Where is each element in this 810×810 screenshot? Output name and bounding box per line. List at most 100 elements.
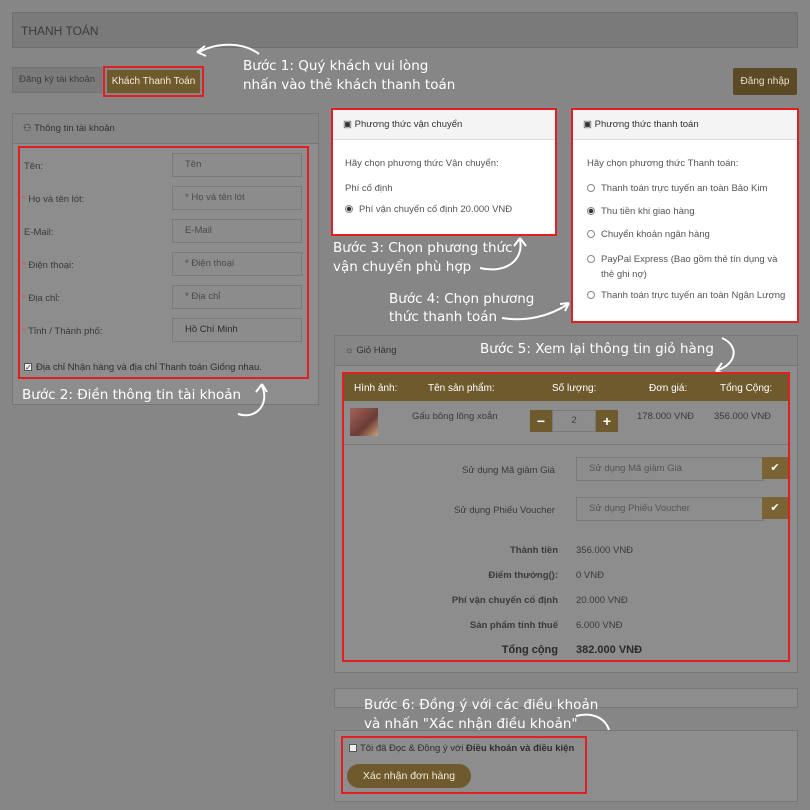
payment-option-bank[interactable]: Chuyển khoản ngân hàng (587, 229, 710, 240)
shipping-panel-title: Phương thức vận chuyển (354, 119, 463, 130)
voucher-apply-button[interactable]: ✔ (762, 497, 788, 519)
card-icon: ▣ (583, 119, 592, 130)
shipping-panel: ▣ Phương thức vận chuyển Hãy chọn phương… (331, 108, 557, 236)
same-address-row: ✓ Địa chỉ Nhận hàng và địa chỉ Thanh toán… (24, 362, 262, 373)
points-label: Điểm thưởng(): (488, 570, 558, 581)
coupon-apply-button[interactable]: ✔ (762, 457, 788, 479)
cart-panel-title: Giỏ Hàng (356, 345, 397, 356)
product-thumbnail[interactable] (350, 408, 378, 436)
shipping-option-label: Phí vận chuyển cố định 20.000 VNĐ (359, 204, 513, 215)
payment-radio[interactable] (587, 255, 595, 263)
field-label-firstname: Tên: (24, 161, 44, 172)
qty-input[interactable]: 2 (552, 410, 596, 432)
step4-line2: thức thanh toán (389, 309, 498, 325)
coupon-input[interactable]: Sử dụng Mã giảm Giá (576, 457, 764, 481)
email-input[interactable]: E-Mail (172, 219, 302, 243)
payment-option-nganluong[interactable]: Thanh toán trực tuyến an toàn Ngân Lượng (587, 290, 785, 301)
shipping-option[interactable]: Phí vận chuyển cố định 20.000 VNĐ (345, 204, 512, 215)
field-label-address: * Địa chỉ: (22, 293, 61, 304)
firstname-input[interactable]: Tên (172, 153, 302, 177)
tax-value: 6.000 VNĐ (576, 620, 623, 631)
field-label-city: * Tỉnh / Thành phố: (22, 326, 103, 337)
qty-decrease-button[interactable]: − (530, 410, 552, 432)
product-name[interactable]: Gấu bông lông xoắn (412, 411, 498, 422)
qty-increase-button[interactable]: + (596, 410, 618, 432)
step5-arrow-icon (715, 337, 735, 375)
points-value: 0 VNĐ (576, 570, 604, 581)
cart-highlight: Hình ảnh: Tên sản phẩm: Số lượng: Đơn gi… (342, 372, 790, 662)
shipping-fee-value: 20.000 VNĐ (576, 595, 628, 606)
lastname-input[interactable]: * Họ và tên lót (172, 186, 302, 210)
payment-panel-title: Phương thức thanh toán (594, 119, 699, 130)
payment-panel-header: ▣ Phương thức thanh toán (573, 110, 797, 140)
cart-col-total: Tổng Cộng: (720, 383, 773, 394)
tab-register[interactable]: Đăng ký tài khoản (12, 67, 102, 93)
shipping-fee-label: Phí vận chuyển cố định (451, 595, 558, 606)
field-label-email: E-Mail: (24, 227, 54, 238)
page-title: THANH TOÁN (21, 24, 99, 38)
cart-table-header: Hình ảnh: Tên sản phẩm: Số lượng: Đơn gi… (344, 374, 788, 401)
same-address-label: Địa chỉ Nhận hàng và địa chỉ Thanh toán … (36, 362, 262, 373)
check-icon: ✔ (770, 502, 780, 514)
tab-guest-frame: Khách Thanh Toán (103, 66, 204, 97)
account-panel-title: Thông tin tài khoản (34, 123, 115, 134)
field-label-phone: * Điện thoại: (22, 260, 74, 271)
grand-total-label: Tổng cộng (501, 644, 558, 656)
step4-arrow-icon (501, 302, 570, 321)
terms-link[interactable]: Điều khoản và điều kiện (466, 743, 574, 754)
step1-line1: Bước 1: Quý khách vui lòng (243, 58, 429, 74)
truck-icon: ▣ (343, 119, 352, 130)
coupon-label: Sử dụng Mã giảm Giá (462, 465, 555, 476)
step2-text: Bước 2: Điền thông tin tài khoản (22, 387, 242, 403)
tax-label: Sản phẩm tính thuế (469, 620, 558, 631)
payment-prompt: Hãy chọn phương thức Thanh toán: (587, 158, 739, 169)
item-unit-price: 178.000 VNĐ (637, 411, 695, 422)
shipping-radio[interactable] (345, 205, 353, 213)
shipping-panel-header: ▣ Phương thức vận chuyển (333, 110, 555, 140)
payment-option-cod[interactable]: Thu tiền khi giao hàng (587, 206, 694, 217)
step6-line1: Bước 6: Đồng ý với các điều khoản (364, 697, 599, 713)
confirm-order-button[interactable]: Xác nhận đơn hàng (347, 764, 471, 788)
terms-text: Tôi đã Đọc & Đồng ý với (360, 743, 467, 754)
step5-text: Bước 5: Xem lại thông tin giỏ hàng (480, 341, 714, 357)
page-header: THANH TOÁN (12, 12, 798, 48)
step2-arrow-icon (237, 383, 268, 417)
item-total-price: 356.000 VNĐ (714, 411, 772, 422)
payment-radio[interactable] (587, 207, 595, 215)
city-input[interactable]: Hồ Chí Minh (172, 318, 302, 342)
subtotal-label: Thành tiền (509, 545, 558, 556)
payment-radio[interactable] (587, 291, 595, 299)
shipping-group: Phí cố định (345, 183, 393, 194)
payment-radio[interactable] (587, 230, 595, 238)
cart-col-image: Hình ảnh: (354, 383, 398, 394)
voucher-input[interactable]: Sử dụng Phiếu Voucher (576, 497, 764, 521)
account-panel-header: ⚇ Thông tin tài khoản (13, 114, 318, 144)
payment-option-baokim[interactable]: Thanh toán trực tuyến an toàn Bảo Kim (587, 183, 767, 194)
users-icon: ⚇ (23, 123, 32, 134)
voucher-label: Sử dụng Phiếu Voucher (454, 505, 555, 516)
step3-line2: vận chuyển phù hợp (333, 259, 472, 275)
terms-agree-row: Tôi đã Đọc & Đồng ý với Điều khoản và đi… (349, 743, 574, 754)
shipping-prompt: Hãy chọn phương thức Vận chuyển: (345, 158, 499, 169)
address-input[interactable]: * Địa chỉ (172, 285, 302, 309)
login-button[interactable]: Đăng nhập (733, 68, 797, 95)
tab-guest-checkout[interactable]: Khách Thanh Toán (107, 70, 200, 93)
same-address-checkbox[interactable]: ✓ (24, 363, 32, 372)
payment-panel: ▣ Phương thức thanh toán Hãy chọn phương… (571, 108, 799, 323)
account-form-highlight: Tên: Tên * Họ và tên lót: * Họ và tên ló… (18, 146, 309, 379)
cart-icon: ☼ (345, 345, 354, 356)
step3-arrow-icon (479, 237, 527, 271)
step1-line2: nhấn vào thẻ khách thanh toán (243, 77, 456, 93)
cart-col-price: Đơn giá: (649, 383, 688, 394)
phone-input[interactable]: * Điện thoại (172, 252, 302, 276)
subtotal-value: 356.000 VNĐ (576, 545, 634, 556)
cart-col-qty: Số lượng: (552, 383, 597, 394)
payment-radio[interactable] (587, 184, 595, 192)
cart-item-row: Gấu bông lông xoắn − 2 + 178.000 VNĐ 356… (344, 401, 788, 445)
field-label-lastname: * Họ và tên lót: (22, 194, 85, 205)
payment-option-paypal[interactable]: PayPal Express (Bao gồm thẻ tín dụng và … (587, 252, 792, 282)
terms-checkbox[interactable] (349, 744, 357, 752)
check-icon: ✔ (770, 462, 780, 474)
terms-highlight: Tôi đã Đọc & Đồng ý với Điều khoản và đi… (341, 736, 587, 794)
grand-total-value: 382.000 VNĐ (576, 644, 643, 656)
